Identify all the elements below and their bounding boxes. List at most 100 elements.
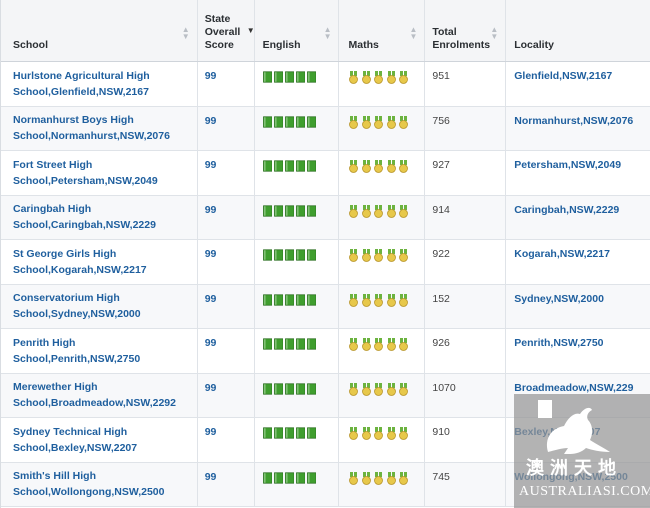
score-value: 99	[204, 426, 217, 438]
score-cell: 99	[198, 62, 255, 106]
book-rating-icon	[262, 160, 317, 172]
enrolments-value: 926	[432, 337, 450, 349]
school-link[interactable]: St George Girls High School,Kogarah,NSW,2…	[13, 246, 147, 278]
school-link[interactable]: Hurlstone Agricultural High School,Glenfi…	[13, 68, 150, 100]
maths-cell	[339, 62, 426, 106]
school-name-line1: Fort Street High	[13, 158, 93, 171]
sort-desc-icon[interactable]: ▼	[247, 26, 254, 35]
english-cell	[255, 106, 340, 150]
school-cell: Caringbah High School,Caringbah,NSW,2229	[1, 195, 198, 239]
book-rating-icon	[262, 71, 317, 83]
score-cell: 99	[198, 418, 255, 462]
book-rating-icon	[262, 115, 317, 128]
maths-cell	[339, 373, 426, 417]
english-cell	[255, 284, 340, 328]
medal-rating-icon	[348, 115, 409, 129]
book-rating-icon	[262, 293, 317, 306]
book-rating-icon	[262, 338, 317, 350]
enrolments-cell: 926	[425, 329, 507, 373]
school-name-line2: School,Penrith,NSW,2750	[13, 352, 141, 365]
locality-link[interactable]: Petersham,NSW,2049	[514, 159, 621, 171]
english-cell	[255, 418, 340, 462]
maths-cell	[339, 106, 426, 150]
locality-link[interactable]: Broadmeadow,NSW,229	[514, 382, 633, 394]
kangaroo-logo-icon	[538, 400, 610, 454]
school-link[interactable]: Merewether High School,Broadmeadow,NSW,22…	[13, 379, 176, 411]
score-cell: 99	[198, 151, 255, 195]
score-cell: 99	[198, 373, 255, 417]
enrolments-cell: 910	[425, 418, 507, 462]
locality-link[interactable]: Glenfield,NSW,2167	[514, 70, 612, 82]
school-link[interactable]: Penrith High School,Penrith,NSW,2750	[13, 335, 140, 367]
enrolments-value: 745	[432, 470, 450, 483]
medal-rating-icon	[348, 471, 409, 485]
maths-cell	[339, 418, 426, 462]
school-link[interactable]: Normanhurst Boys High School,Normanhurst,…	[13, 112, 170, 144]
english-cell	[255, 462, 340, 506]
column-header-score[interactable]: State Overall Score ▼	[198, 0, 255, 61]
score-value: 99	[204, 337, 217, 349]
watermark-en-text: AUSTRALIASI.COM	[519, 484, 650, 499]
school-name-line2: School,Sydney,NSW,2000	[13, 308, 141, 321]
school-name-line2: School,Caringbah,NSW,2229	[13, 219, 156, 232]
locality-cell: Penrith,NSW,2750	[506, 329, 650, 373]
school-link[interactable]: Fort Street High School,Petersham,NSW,204…	[13, 157, 158, 189]
locality-link[interactable]: Sydney,NSW,2000	[514, 293, 604, 305]
locality-cell: Sydney,NSW,2000	[506, 285, 650, 329]
locality-link[interactable]: Caringbah,NSW,2229	[514, 204, 619, 216]
medal-rating-icon	[348, 204, 409, 218]
school-name-line2: School,Bexley,NSW,2207	[13, 441, 138, 454]
english-cell	[255, 373, 340, 417]
score-cell: 99	[198, 195, 255, 239]
book-rating-icon	[262, 249, 317, 261]
school-link[interactable]: Smith's Hill High School,Wollongong,NSW,2…	[13, 468, 164, 500]
school-name-line1: Hurlstone Agricultural High	[13, 69, 150, 82]
column-header-locality[interactable]: Locality	[506, 0, 650, 61]
locality-cell: Petersham,NSW,2049	[506, 151, 650, 195]
maths-cell	[339, 240, 426, 284]
enrolments-cell: 922	[425, 240, 507, 284]
enrolments-cell: 152	[425, 284, 507, 328]
medal-rating-icon	[348, 427, 409, 440]
watermark: 澳洲天地 AUSTRALIASI.COM	[514, 394, 650, 508]
sort-icon[interactable]: ▲ ▼	[490, 26, 498, 41]
maths-cell	[339, 151, 426, 195]
table-row: Fort Street High School,Petersham,NSW,204…	[1, 151, 650, 196]
book-rating-icon	[262, 471, 317, 484]
enrolments-value: 914	[432, 203, 450, 216]
score-value: 99	[204, 292, 217, 305]
sort-icon[interactable]: ▲ ▼	[324, 26, 332, 41]
school-name-line2: School,Broadmeadow,NSW,2292	[13, 397, 176, 410]
column-header-maths[interactable]: Maths ▲ ▼	[339, 0, 426, 61]
english-cell	[255, 240, 340, 284]
school-cell: Hurlstone Agricultural High School,Glenfi…	[1, 62, 198, 106]
locality-link[interactable]: Penrith,NSW,2750	[514, 337, 603, 349]
school-name-line1: Conservatorium High	[13, 292, 120, 305]
sort-icon[interactable]: ▲ ▼	[182, 26, 190, 41]
school-cell: Fort Street High School,Petersham,NSW,204…	[1, 151, 198, 195]
medal-rating-icon	[348, 249, 409, 262]
sort-icon[interactable]: ▲ ▼	[409, 26, 417, 41]
school-name-line1: Merewether High	[13, 381, 98, 394]
school-link[interactable]: Sydney Technical High School,Bexley,NSW,2…	[13, 424, 137, 456]
school-name-line1: St George Girls High	[13, 247, 117, 260]
school-name-line2: School,Glenfield,NSW,2167	[13, 85, 149, 98]
school-link[interactable]: Conservatorium High School,Sydney,NSW,200…	[13, 290, 141, 322]
enrolments-value: 927	[432, 159, 450, 171]
locality-link[interactable]: Normanhurst,NSW,2076	[514, 115, 633, 127]
column-header-english[interactable]: English ▲ ▼	[255, 0, 340, 61]
maths-cell	[339, 462, 426, 506]
score-value: 99	[204, 70, 217, 82]
school-link[interactable]: Caringbah High School,Caringbah,NSW,2229	[13, 201, 156, 233]
school-cell: Smith's Hill High School,Wollongong,NSW,2…	[1, 462, 198, 506]
column-header-school[interactable]: School ▲ ▼	[1, 0, 198, 61]
enrolments-cell: 745	[425, 462, 507, 506]
enrolments-value: 910	[432, 426, 450, 438]
score-value: 99	[204, 248, 217, 260]
maths-cell	[339, 284, 426, 328]
enrolments-value: 951	[432, 70, 450, 82]
column-header-enrolments[interactable]: Total Enrolments ▲ ▼	[425, 0, 507, 61]
watermark-cn-text: 澳洲天地	[526, 458, 622, 479]
table-row: Conservatorium High School,Sydney,NSW,200…	[1, 284, 650, 329]
locality-link[interactable]: Kogarah,NSW,2217	[514, 248, 610, 260]
